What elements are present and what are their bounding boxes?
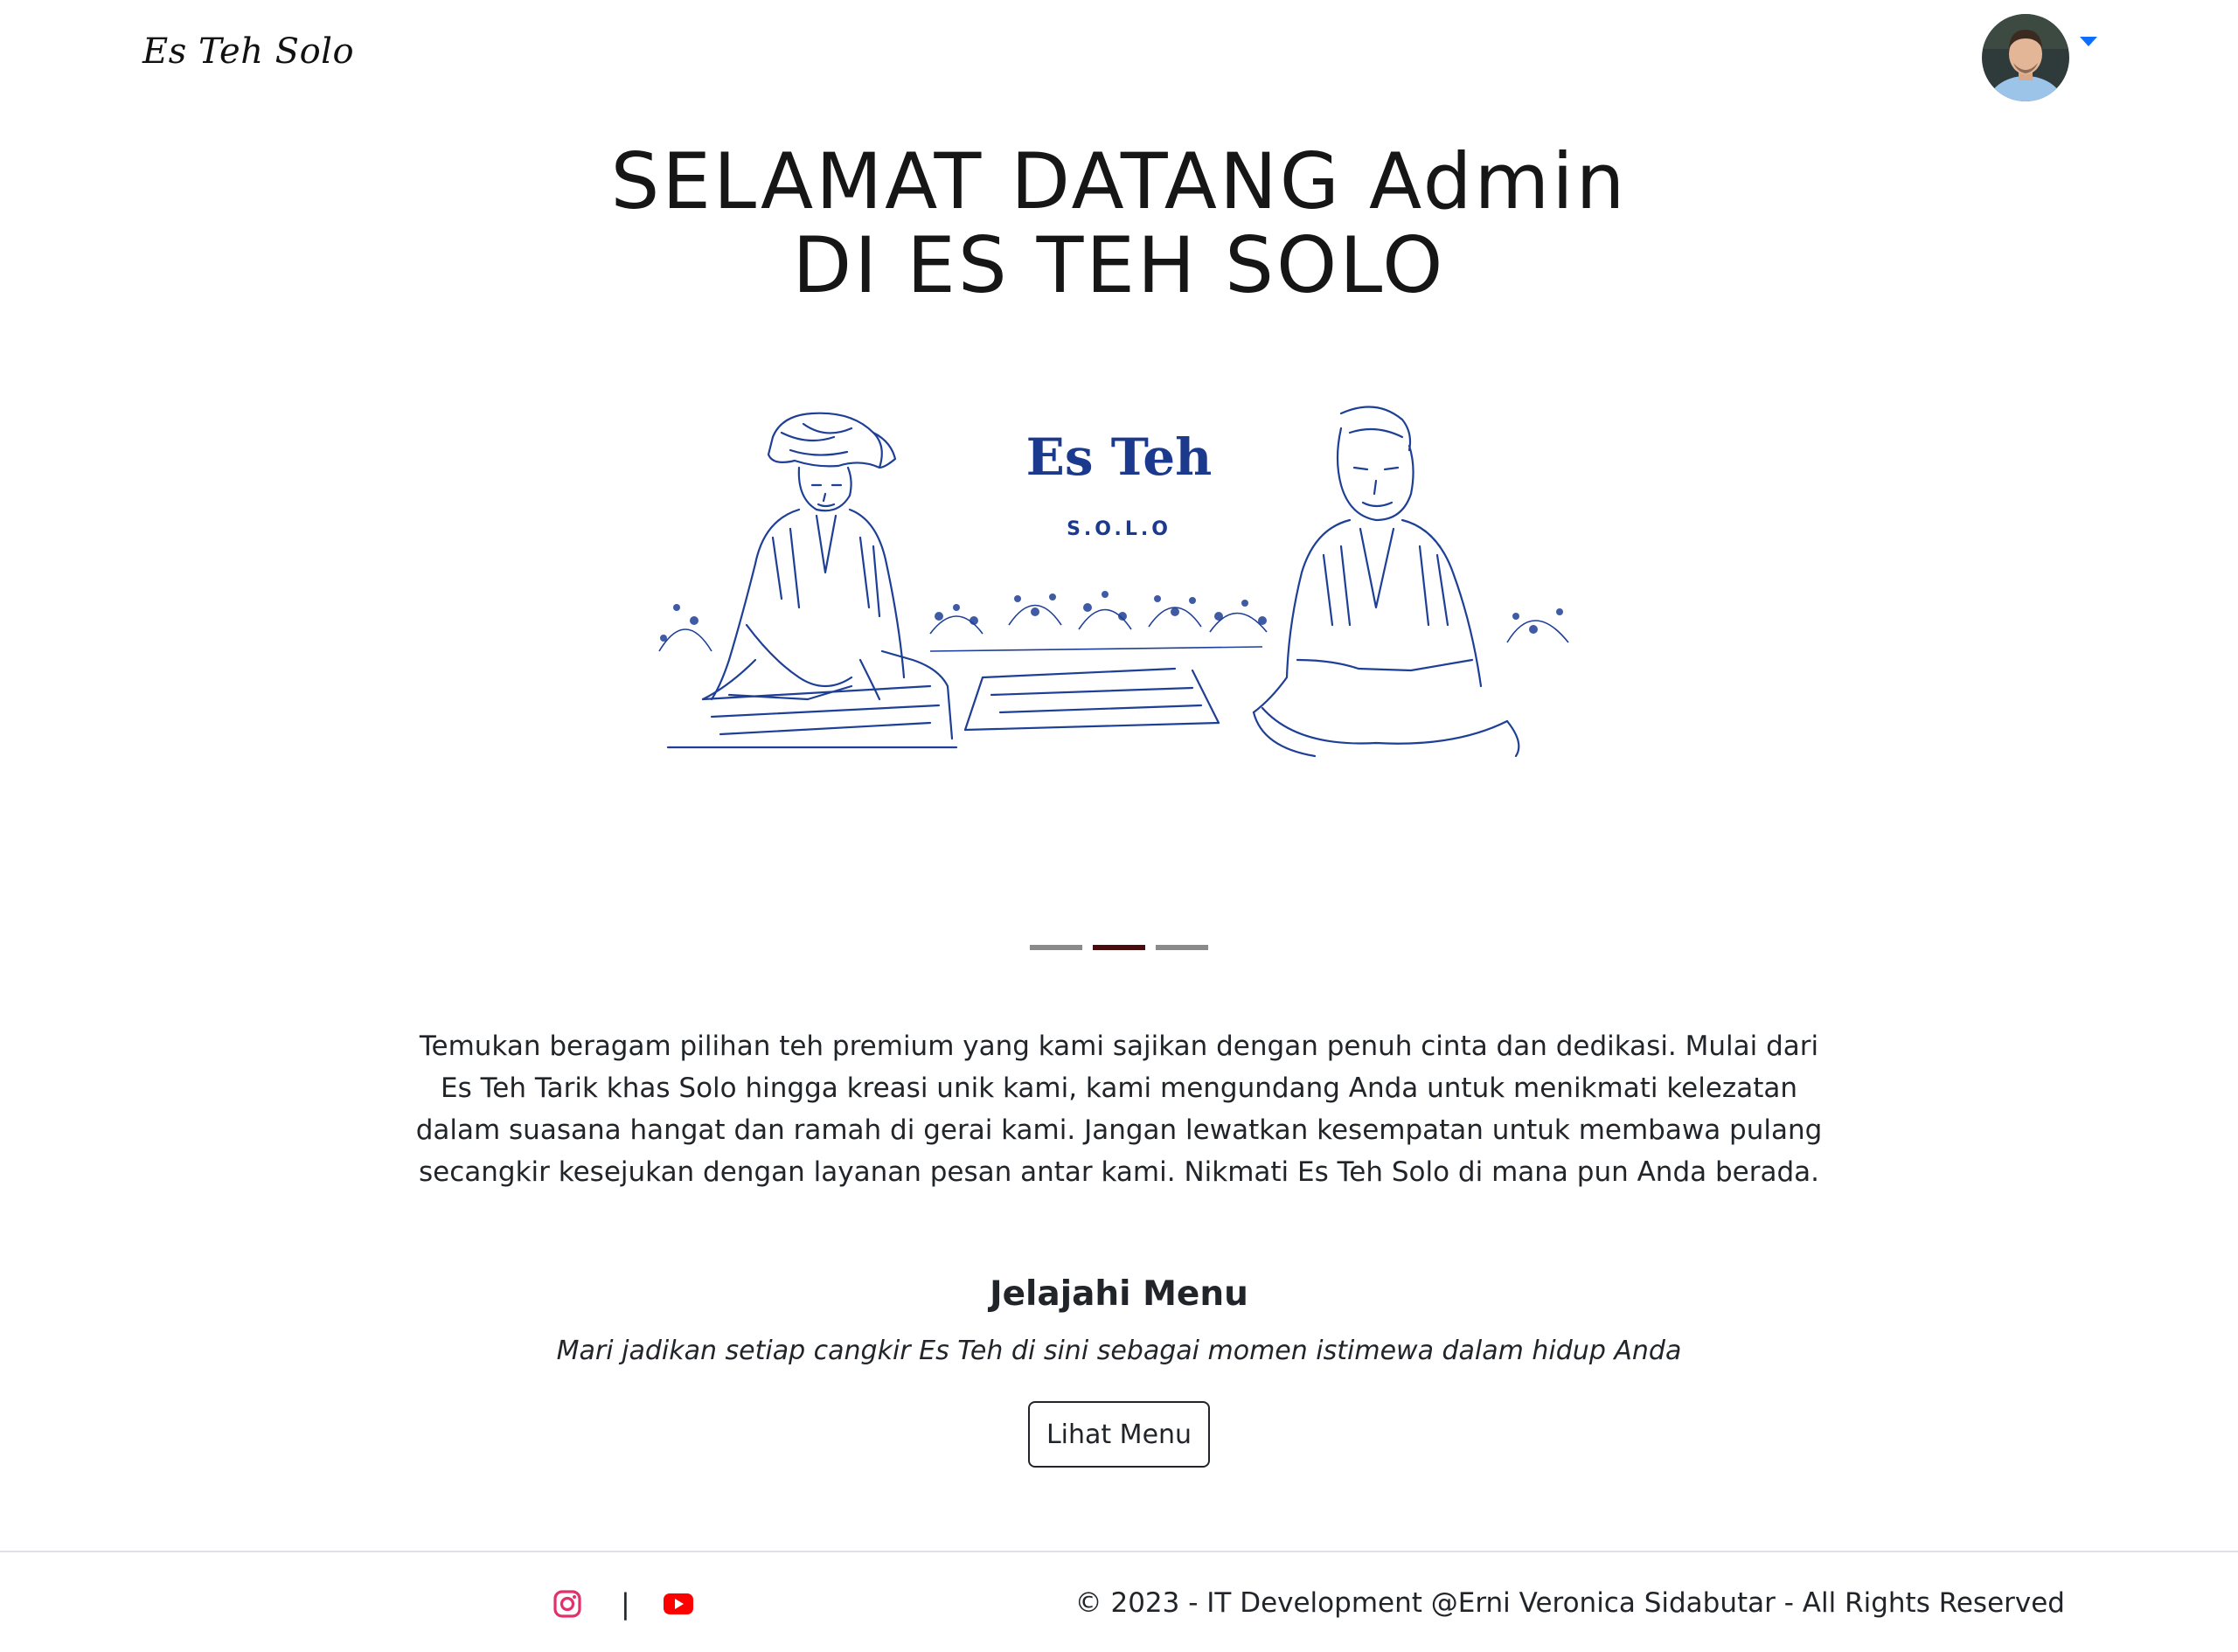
hero-carousel[interactable]: Es Teh S.O.L.O [650,398,1588,957]
explore-menu-subtitle: Mari jadikan setiap cangkir Es Teh di si… [556,1336,1682,1366]
carousel-indicator-1[interactable] [1030,945,1082,950]
explore-menu-heading: Jelajahi Menu [990,1274,1248,1314]
user-avatar[interactable] [1982,14,2069,101]
carousel-logo-title: Es Teh [1026,427,1213,487]
carousel-indicators [650,945,1588,950]
social-links: | [551,1587,695,1621]
view-menu-button[interactable]: Lihat Menu [1028,1401,1210,1468]
carousel-logo-subtitle: S.O.L.O [1067,518,1171,540]
user-dropdown-toggle[interactable] [1982,14,2097,101]
brand-logo-link[interactable]: Es Teh Solo [142,31,354,72]
carousel-indicator-2[interactable] [1093,945,1145,950]
page-title-line-1: SELAMAT DATANG Admin [610,136,1628,226]
instagram-link[interactable] [551,1587,584,1621]
carousel-illustration: Es Teh S.O.L.O [658,406,1569,758]
instagram-icon [553,1590,581,1618]
youtube-icon [663,1593,693,1614]
intro-description: Temukan beragam pilihan teh premium yang… [415,1031,1823,1188]
copyright-text: © 2023 - IT Development @Erni Veronica S… [1074,1587,2065,1619]
footer: | © 2023 - IT Development @Erni Veronica… [0,1551,2238,1652]
page-title-line-2: DI ES TEH SOLO [792,220,1446,310]
page-title: SELAMAT DATANG Admin DI ES TEH SOLO [0,140,2238,308]
youtube-link[interactable] [662,1587,695,1621]
caret-down-icon[interactable] [2080,36,2097,46]
footer-divider: | [621,1587,630,1621]
carousel-indicator-3[interactable] [1156,945,1208,950]
navbar: Es Teh Solo [0,0,2238,118]
